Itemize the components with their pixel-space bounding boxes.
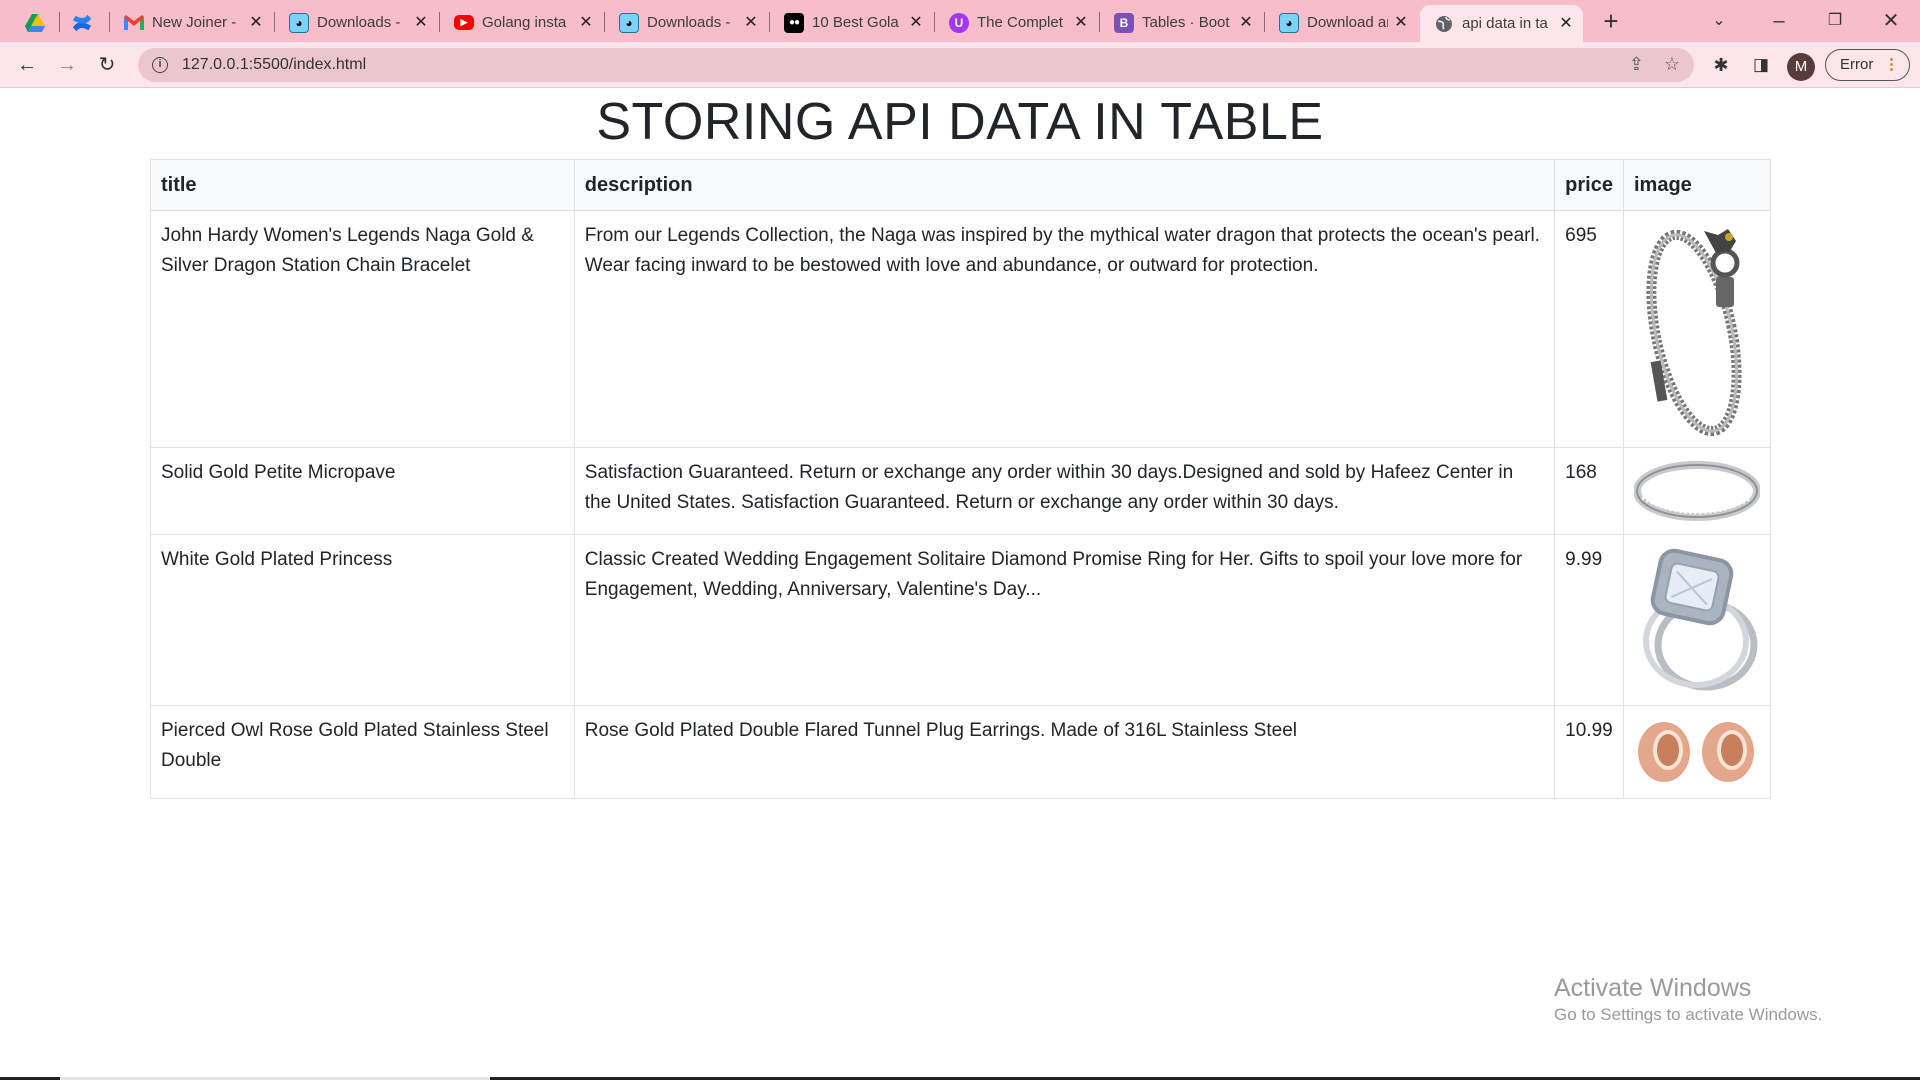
cell-description: Classic Created Wedding Engagement Solit… xyxy=(573,534,1556,706)
cell-image xyxy=(1622,447,1772,535)
cell-title: John Hardy Women's Legends Naga Gold & S… xyxy=(150,210,575,448)
close-icon[interactable]: ✕ xyxy=(907,14,925,32)
restore-icon[interactable]: ❐ xyxy=(1820,8,1850,34)
tab-download[interactable]: ◕ Download ar ✕ xyxy=(1265,5,1418,40)
cell-title: Pierced Owl Rose Gold Plated Stainless S… xyxy=(150,705,575,799)
close-icon[interactable]: ✕ xyxy=(247,14,265,32)
gmail-icon xyxy=(124,13,144,33)
cell-title: White Gold Plated Princess xyxy=(150,534,575,706)
column-header-image: image xyxy=(1622,159,1772,211)
medium-icon: ●● xyxy=(784,12,804,33)
table-row: White Gold Plated Princess Classic Creat… xyxy=(150,534,1772,706)
tab-google-drive[interactable] xyxy=(12,5,58,40)
cell-image xyxy=(1622,210,1772,448)
tab-downloads-2[interactable]: ◕ Downloads - ✕ xyxy=(605,5,768,40)
cell-price: 695 xyxy=(1554,210,1624,448)
extensions-puzzle-icon[interactable]: ✱ xyxy=(1708,52,1734,78)
cell-description: From our Legends Collection, the Naga wa… xyxy=(573,210,1556,448)
error-label: Error xyxy=(1840,56,1874,73)
tab-title: The Complet xyxy=(977,14,1063,31)
error-button[interactable]: Error ⋮ xyxy=(1825,49,1910,81)
engagement-ring-image xyxy=(1642,548,1758,691)
window-close-icon[interactable]: ✕ xyxy=(1876,8,1906,34)
udemy-icon: U xyxy=(949,12,969,33)
close-icon[interactable]: ✕ xyxy=(577,14,595,32)
cell-description: Satisfaction Guaranteed. Return or excha… xyxy=(573,447,1556,535)
google-drive-icon xyxy=(25,13,45,33)
youtube-icon: ▶ xyxy=(454,15,474,30)
minimize-icon[interactable]: – xyxy=(1764,8,1794,34)
site-info-icon[interactable]: i xyxy=(152,57,168,73)
tab-title: New Joiner - xyxy=(152,14,237,31)
products-table: title description price image John Hardy… xyxy=(150,159,1772,799)
new-tab-button[interactable]: + xyxy=(1598,8,1624,34)
tab-strip: New Joiner - ✕ ◕ Downloads - ✕ ▶ Golang … xyxy=(0,0,1920,42)
column-header-title: title xyxy=(150,159,575,211)
bookmark-star-icon[interactable]: ☆ xyxy=(1664,54,1680,75)
tab-title: Downloads - xyxy=(317,14,401,31)
globe-icon xyxy=(1434,14,1454,34)
tab-gmail[interactable]: New Joiner - ✕ xyxy=(110,5,273,40)
tab-confluence[interactable] xyxy=(60,5,108,40)
bracelet-image xyxy=(1646,229,1742,437)
tab-title: Download ar xyxy=(1307,14,1388,31)
gopher-icon: ◕ xyxy=(289,12,309,33)
activate-windows-watermark: Activate Windows Go to Settings to activ… xyxy=(1554,972,1822,1026)
column-header-description: description xyxy=(573,159,1556,211)
cell-price: 10.99 xyxy=(1554,705,1624,799)
tab-title: Tables · Boot xyxy=(1142,14,1230,31)
close-icon[interactable]: ✕ xyxy=(1237,14,1255,32)
table-row: Pierced Owl Rose Gold Plated Stainless S… xyxy=(150,705,1772,799)
bootstrap-icon: B xyxy=(1114,12,1134,33)
cell-price: 168 xyxy=(1554,447,1624,535)
share-icon[interactable]: ⇪ xyxy=(1629,54,1644,75)
tab-api-data-active[interactable]: api data in ta ✕ xyxy=(1420,5,1583,42)
tab-title: Golang insta xyxy=(482,14,567,31)
tab-bootstrap[interactable]: B Tables · Boot ✕ xyxy=(1100,5,1263,40)
tab-medium[interactable]: ●● 10 Best Gola ✕ xyxy=(770,5,933,40)
forward-arrow-icon[interactable]: → xyxy=(52,50,82,80)
cell-title: Solid Gold Petite Micropave xyxy=(150,447,575,535)
tab-downloads-1[interactable]: ◕ Downloads - ✕ xyxy=(275,5,438,40)
tab-udemy[interactable]: U The Complet ✕ xyxy=(935,5,1098,40)
cell-description: Rose Gold Plated Double Flared Tunnel Pl… xyxy=(573,705,1556,799)
close-icon[interactable]: ✕ xyxy=(1557,15,1575,33)
cell-image xyxy=(1622,534,1772,706)
kebab-menu-icon[interactable]: ⋮ xyxy=(1884,50,1899,80)
side-panel-icon[interactable]: ◨ xyxy=(1748,52,1774,78)
profile-avatar[interactable]: M xyxy=(1787,53,1815,81)
table-row: John Hardy Women's Legends Naga Gold & S… xyxy=(150,210,1772,448)
cell-image xyxy=(1622,705,1772,799)
column-header-price: price xyxy=(1554,159,1624,211)
cell-price: 9.99 xyxy=(1554,534,1624,706)
watermark-subtitle: Go to Settings to activate Windows. xyxy=(1554,1005,1823,1024)
gopher-icon: ◕ xyxy=(1279,12,1299,33)
table-header-row: title description price image xyxy=(150,159,1772,211)
close-icon[interactable]: ✕ xyxy=(742,14,760,32)
plug-earrings-image xyxy=(1637,722,1754,782)
tab-title: api data in ta xyxy=(1462,15,1548,32)
browser-toolbar: ← → ↻ i 127.0.0.1:5500/index.html ⇪ ☆ ✱ … xyxy=(0,42,1920,88)
ring-image xyxy=(1633,461,1760,521)
page-title: STORING API DATA IN TABLE xyxy=(596,93,1324,151)
close-icon[interactable]: ✕ xyxy=(412,14,430,32)
tab-title: Downloads - xyxy=(647,14,731,31)
close-icon[interactable]: ✕ xyxy=(1072,14,1090,32)
watermark-title: Activate Windows xyxy=(1554,974,1752,1002)
reload-icon[interactable]: ↻ xyxy=(92,50,122,80)
confluence-icon xyxy=(72,13,92,33)
address-bar[interactable]: i 127.0.0.1:5500/index.html ⇪ ☆ xyxy=(138,48,1694,82)
table-row: Solid Gold Petite Micropave Satisfaction… xyxy=(150,447,1772,535)
tab-search-chevron-icon[interactable]: ⌄ xyxy=(1706,8,1732,34)
tab-title: 10 Best Gola xyxy=(812,14,899,31)
back-arrow-icon[interactable]: ← xyxy=(12,50,42,80)
gopher-icon: ◕ xyxy=(619,12,639,33)
close-icon[interactable]: ✕ xyxy=(1392,14,1410,32)
address-bar-url[interactable]: 127.0.0.1:5500/index.html xyxy=(182,56,366,74)
tab-youtube[interactable]: ▶ Golang insta ✕ xyxy=(440,5,603,40)
